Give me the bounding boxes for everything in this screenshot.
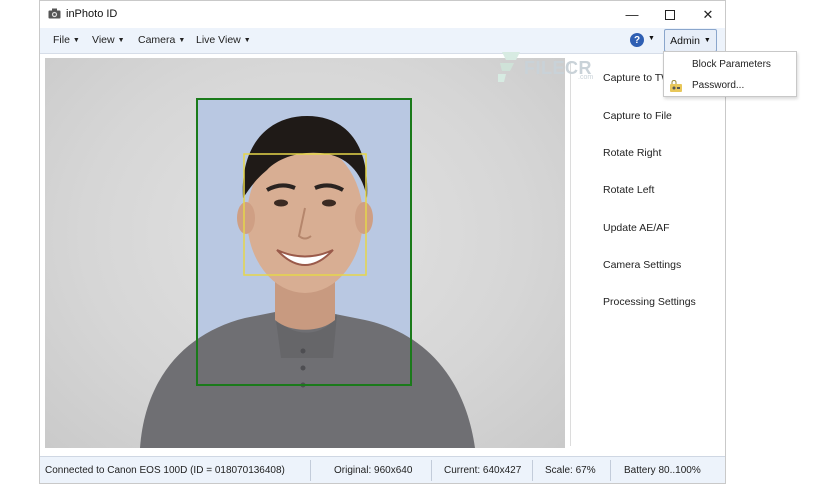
eye-left [274, 199, 288, 207]
watermark-suffix: .com [578, 74, 594, 81]
panel-divider [570, 61, 571, 446]
help-circle-icon[interactable]: ? [630, 33, 644, 47]
status-bar: Connected to Canon EOS 100D (ID = 018070… [40, 456, 725, 483]
status-separator [431, 460, 432, 481]
window-title: inPhoto ID [66, 8, 118, 20]
menu-file-label: File [53, 34, 70, 46]
shirt-button [300, 348, 306, 354]
camera-settings-button[interactable]: Camera Settings [603, 259, 681, 271]
filecr-logo-icon [498, 52, 520, 82]
live-view-image[interactable] [45, 58, 565, 448]
status-separator [532, 460, 533, 481]
chevron-down-icon: ▼ [243, 37, 251, 44]
status-original-size: Original: 960x640 [334, 465, 413, 476]
chevron-down-icon: ▼ [703, 37, 711, 44]
chevron-down-icon: ▼ [72, 37, 80, 44]
rotate-right-button[interactable]: Rotate Right [603, 147, 661, 159]
admin-menu-button[interactable]: Admin ▼ [664, 29, 717, 52]
minimize-icon: — [625, 7, 639, 22]
close-icon: ✕ [702, 6, 714, 22]
camera-icon [48, 8, 61, 19]
eye-right [322, 199, 336, 207]
menu-file[interactable]: File ▼ [53, 34, 80, 46]
admin-dropdown-menu: Block Parameters Password... [663, 51, 797, 97]
maximize-icon [665, 9, 675, 20]
chevron-down-icon: ▼ [117, 37, 125, 44]
status-separator [310, 460, 311, 481]
menu-live-view-label: Live View [196, 34, 241, 46]
capture-to-tw-button[interactable]: Capture to TW [603, 72, 671, 84]
menu-view[interactable]: View ▼ [92, 34, 125, 46]
update-ae-af-button[interactable]: Update AE/AF [603, 222, 670, 234]
password-menu-item[interactable]: Password... [692, 80, 744, 91]
minimize-button[interactable]: — [614, 1, 650, 28]
chevron-down-icon: ▼ [178, 37, 186, 44]
status-separator [610, 460, 611, 481]
chevron-down-icon[interactable]: ▼ [648, 35, 655, 42]
menu-live-view[interactable]: Live View ▼ [196, 34, 251, 46]
ear-right [355, 202, 373, 234]
close-button[interactable]: ✕ [690, 1, 726, 28]
menu-camera-label: Camera [138, 34, 176, 46]
status-battery: Battery 80..100% [624, 465, 701, 476]
status-scale: Scale: 67% [545, 465, 596, 476]
admin-menu-label: Admin [670, 34, 700, 47]
menu-view-label: View [92, 34, 115, 46]
capture-to-file-button[interactable]: Capture to File [603, 110, 672, 122]
filecr-watermark: FILECR .com [494, 50, 604, 84]
status-current-size: Current: 640x427 [444, 465, 522, 476]
status-connection: Connected to Canon EOS 100D (ID = 018070… [45, 465, 285, 476]
menu-bar: File ▼ View ▼ Camera ▼ Live View ▼ ? ▼ Admin… [40, 28, 725, 54]
maximize-button[interactable] [652, 1, 688, 28]
ear-left [237, 202, 255, 234]
app-window: inPhoto ID — ✕ File ▼ View ▼ Camera ▼ Live … [39, 0, 726, 484]
shirt-button [300, 365, 306, 371]
key-lock-icon [670, 80, 682, 92]
rotate-left-button[interactable]: Rotate Left [603, 184, 654, 196]
menu-camera[interactable]: Camera ▼ [138, 34, 185, 46]
portrait-photo [140, 98, 475, 448]
title-bar: inPhoto ID — ✕ [40, 1, 725, 28]
processing-settings-button[interactable]: Processing Settings [603, 296, 696, 308]
block-parameters-menu-item[interactable]: Block Parameters [692, 59, 771, 70]
